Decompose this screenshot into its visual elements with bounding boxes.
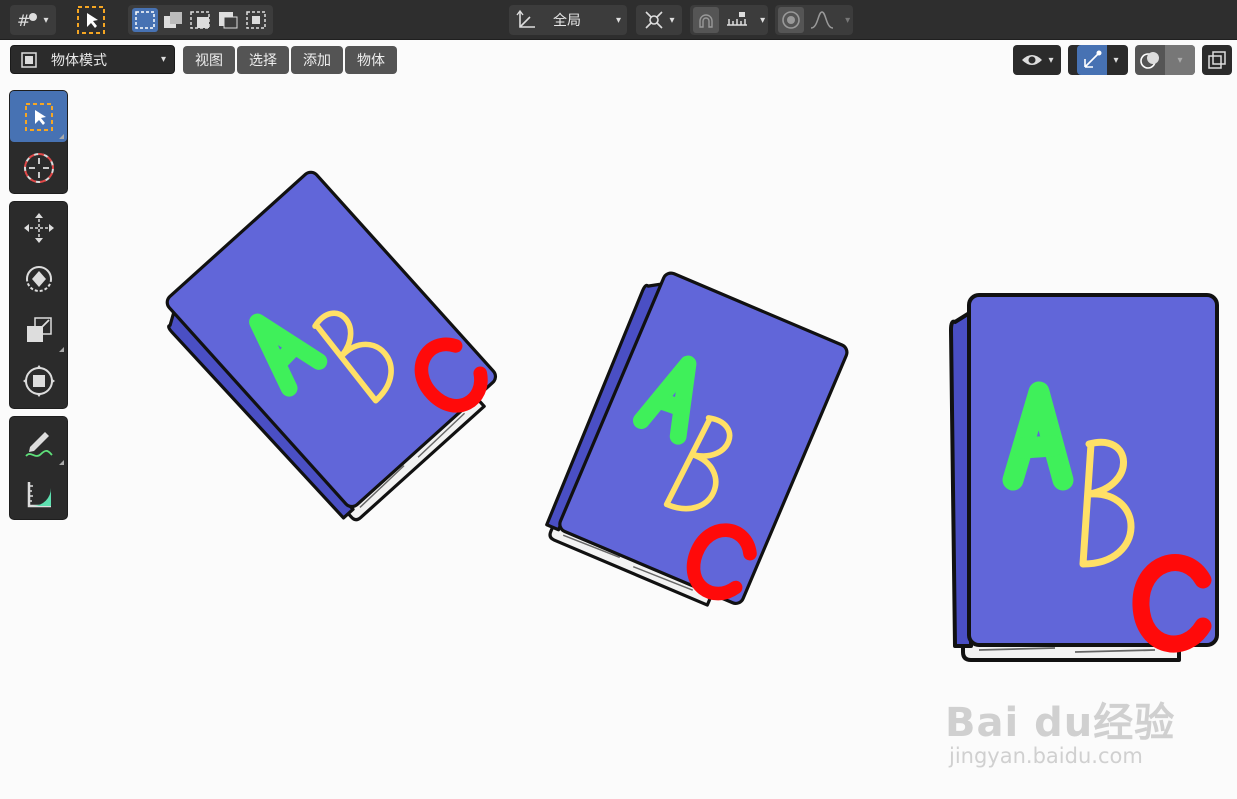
book-1[interactable] bbox=[153, 169, 507, 528]
book-3-art bbox=[951, 295, 1217, 660]
book-2-art bbox=[539, 265, 849, 617]
book-1-art bbox=[153, 169, 507, 528]
watermark-url: jingyan.baidu.com bbox=[949, 744, 1143, 768]
book-2[interactable] bbox=[539, 265, 849, 617]
book-3[interactable] bbox=[951, 295, 1217, 660]
baidu-watermark: Bai du经验 jingyan.baidu.com bbox=[945, 690, 1175, 768]
viewport-scene bbox=[0, 0, 1237, 799]
watermark-logo: Bai du经验 bbox=[945, 700, 1176, 746]
